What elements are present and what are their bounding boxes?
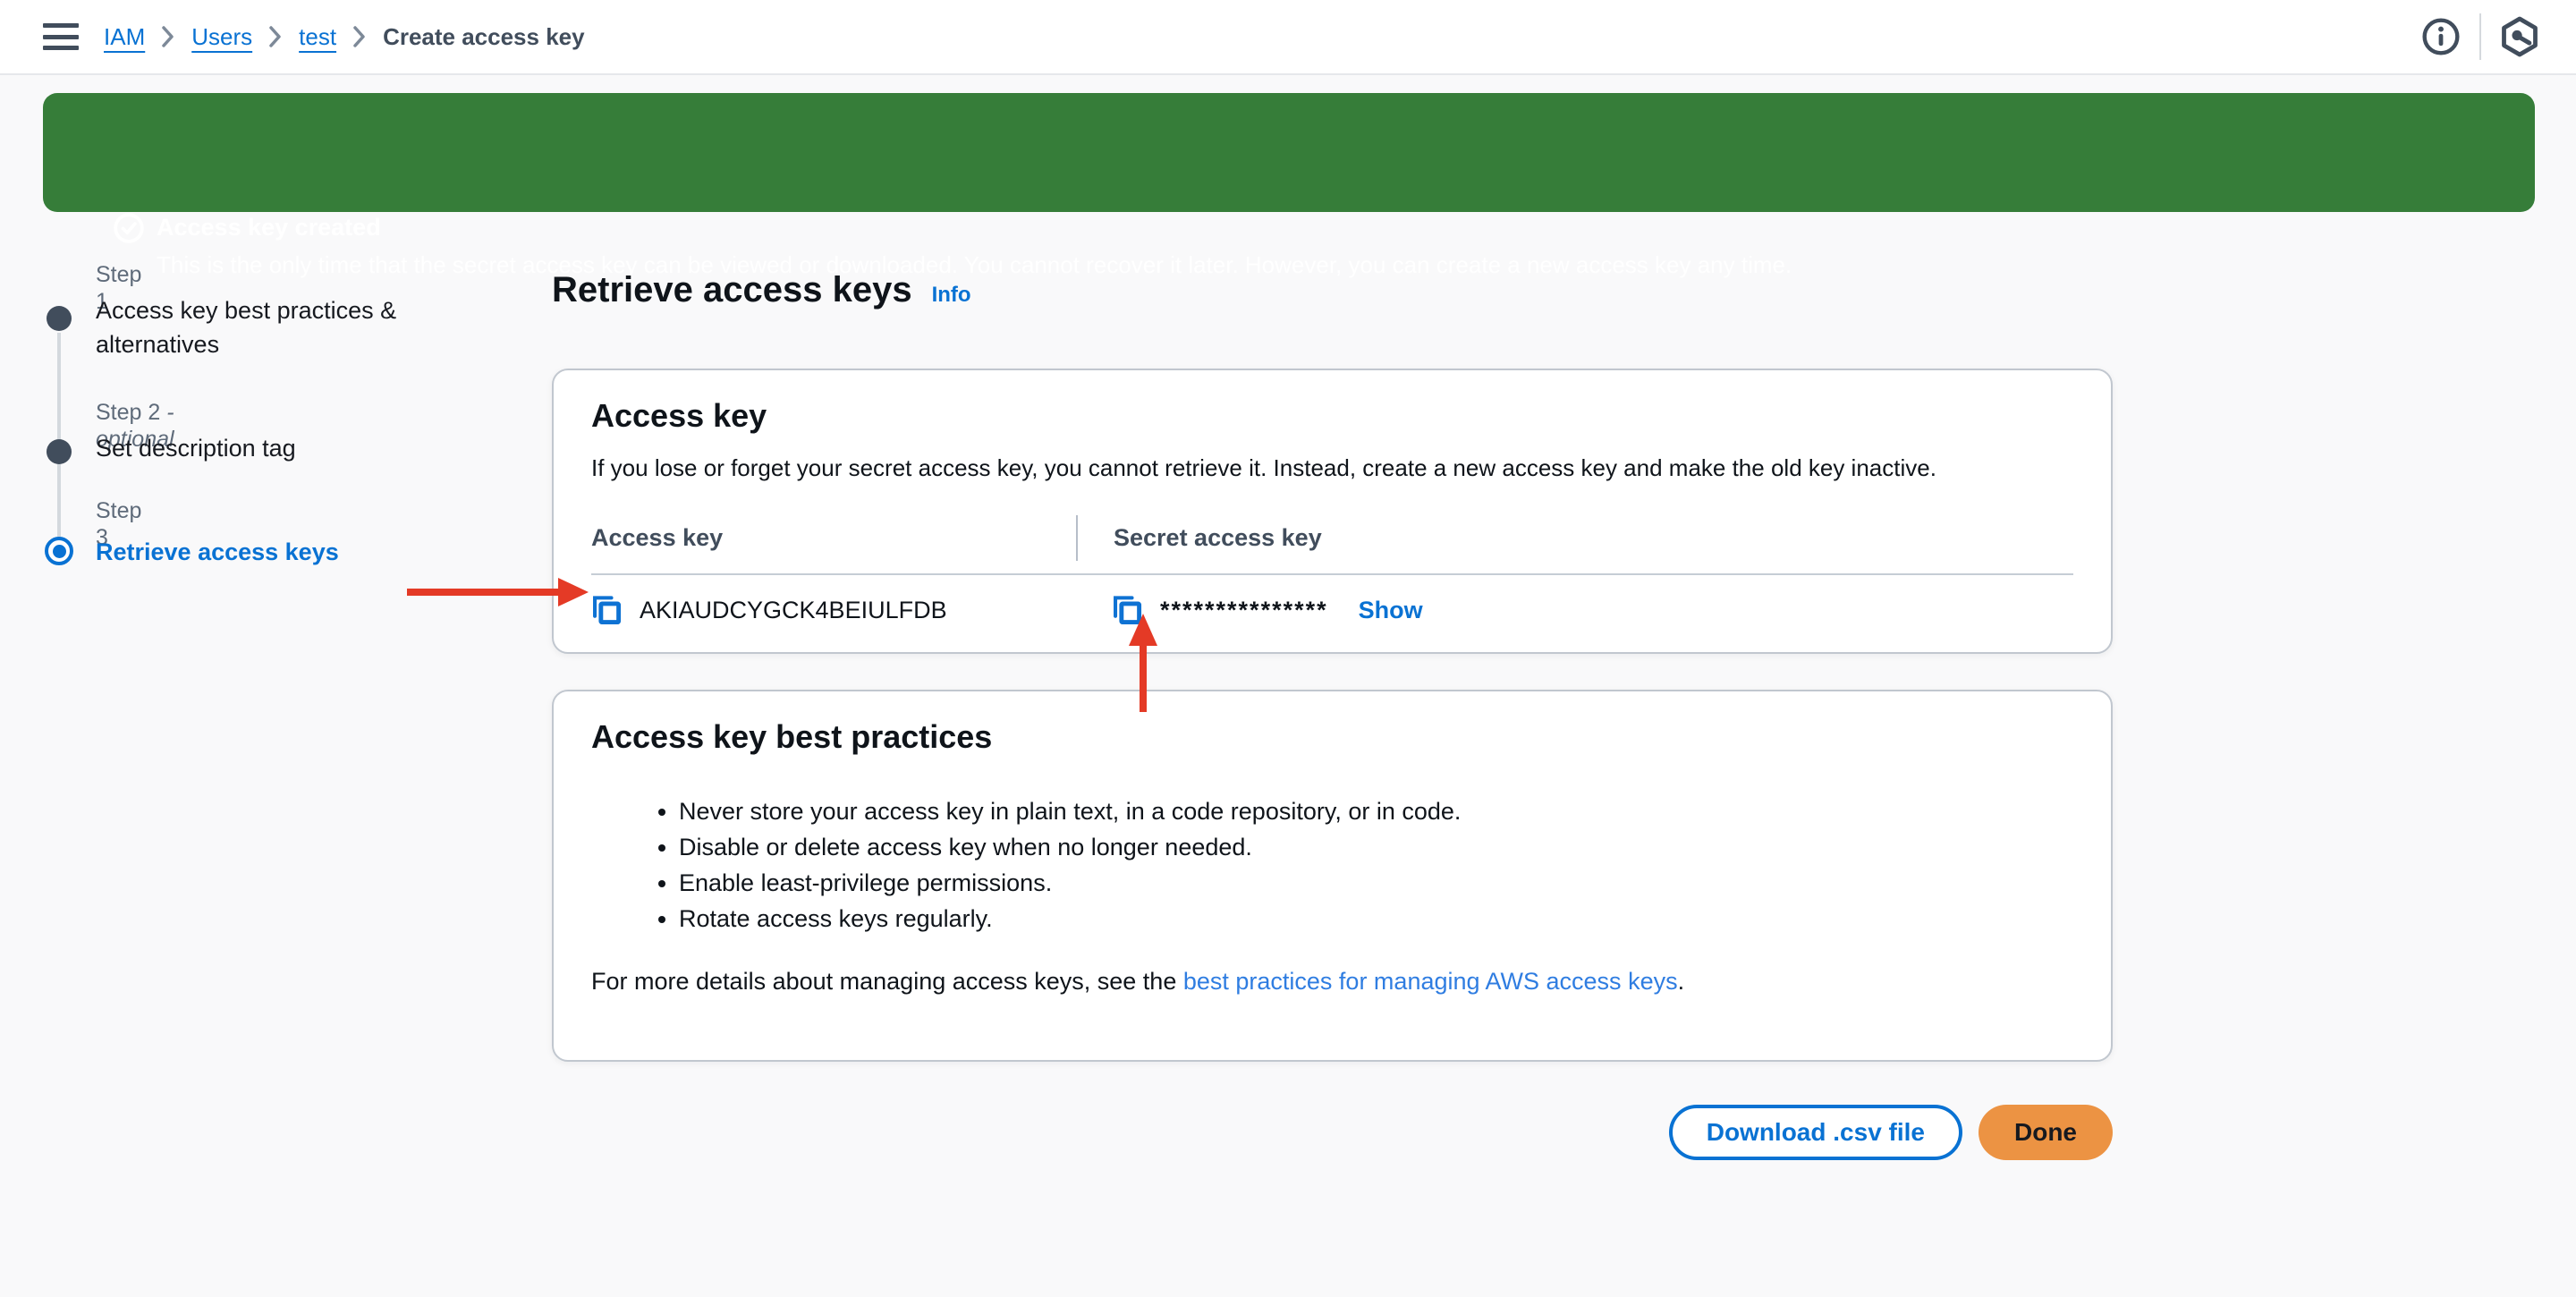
hexagon-console-icon[interactable] <box>2490 7 2549 66</box>
top-navigation-bar: IAM Users test Create access key <box>0 0 2576 75</box>
check-circle-icon <box>113 212 145 249</box>
show-secret-key-link[interactable]: Show <box>1359 597 1423 624</box>
annotation-arrow-access-key-copy <box>407 589 561 596</box>
best-practices-card: Access key best practices Never store yo… <box>552 690 2113 1062</box>
key-table-header: Access key Secret access key <box>591 515 2073 561</box>
best-practices-card-title: Access key best practices <box>591 716 2073 758</box>
breadcrumb-test-user[interactable]: test <box>299 23 336 51</box>
best-practices-link[interactable]: best practices for managing AWS access k… <box>1183 968 1678 995</box>
page-title: Retrieve access keys Info <box>552 268 2113 317</box>
best-practice-item: Never store your access key in plain tex… <box>679 793 2073 829</box>
column-header-secret-access-key: Secret access key <box>1076 515 2073 561</box>
copy-access-key-button[interactable] <box>591 595 622 625</box>
action-buttons-row: Download .csv file Done <box>552 1105 2113 1160</box>
access-key-card-title: Access key <box>591 395 2073 437</box>
breadcrumb-users[interactable]: Users <box>191 23 252 51</box>
banner-title: Access key created <box>157 213 381 242</box>
best-practice-item: Enable least-privilege permissions. <box>679 865 2073 901</box>
best-practices-list: Never store your access key in plain tex… <box>679 793 2073 937</box>
chevron-right-icon <box>352 25 367 48</box>
breadcrumb: IAM Users test Create access key <box>104 23 585 51</box>
step-3-link-active[interactable]: Retrieve access keys <box>96 535 400 569</box>
best-practice-item: Rotate access keys regularly. <box>679 901 2073 937</box>
key-table-row: AKIAUDCYGCK4BEIULFDB *************** Sho… <box>591 595 2073 625</box>
success-flashbar: Access key created This is the only time… <box>43 93 2535 212</box>
info-circle-icon[interactable] <box>2411 7 2470 66</box>
step-1-dot <box>47 306 72 331</box>
footer-period: . <box>1678 968 1685 995</box>
best-practices-footer: For more details about managing access k… <box>591 965 2073 997</box>
column-header-access-key: Access key <box>591 515 1076 561</box>
step-2-link[interactable]: Set description tag <box>96 431 400 465</box>
step-2-dot <box>47 439 72 464</box>
topbar-divider <box>2479 13 2481 60</box>
breadcrumb-iam[interactable]: IAM <box>104 23 145 51</box>
breadcrumb-current-page: Create access key <box>383 23 585 51</box>
key-table-rule <box>591 573 2073 575</box>
step-3-active-radio <box>45 537 73 565</box>
hamburger-menu-icon[interactable] <box>43 23 79 50</box>
download-csv-button[interactable]: Download .csv file <box>1669 1105 1962 1160</box>
annotation-arrow-secret-key-copy <box>1140 642 1147 712</box>
access-key-card: Access key If you lose or forget your se… <box>552 369 2113 654</box>
step-connector-line <box>57 333 61 538</box>
best-practice-item: Disable or delete access key when no lon… <box>679 829 2073 865</box>
done-button[interactable]: Done <box>1979 1105 2113 1160</box>
annotation-arrow-head <box>1129 614 1157 646</box>
step-1-link[interactable]: Access key best practices & alternatives <box>96 293 400 361</box>
page-title-text: Retrieve access keys <box>552 268 912 311</box>
access-key-value: AKIAUDCYGCK4BEIULFDB <box>640 597 947 624</box>
info-link[interactable]: Info <box>932 274 971 317</box>
chevron-right-icon <box>161 25 175 48</box>
main-content: Retrieve access keys Info Access key If … <box>552 268 2113 1160</box>
secret-key-masked-value: *************** <box>1160 597 1328 624</box>
access-key-card-description: If you lose or forget your secret access… <box>591 453 2073 483</box>
chevron-right-icon <box>268 25 283 48</box>
footer-text: For more details about managing access k… <box>591 968 1183 995</box>
annotation-arrow-head <box>558 578 589 606</box>
